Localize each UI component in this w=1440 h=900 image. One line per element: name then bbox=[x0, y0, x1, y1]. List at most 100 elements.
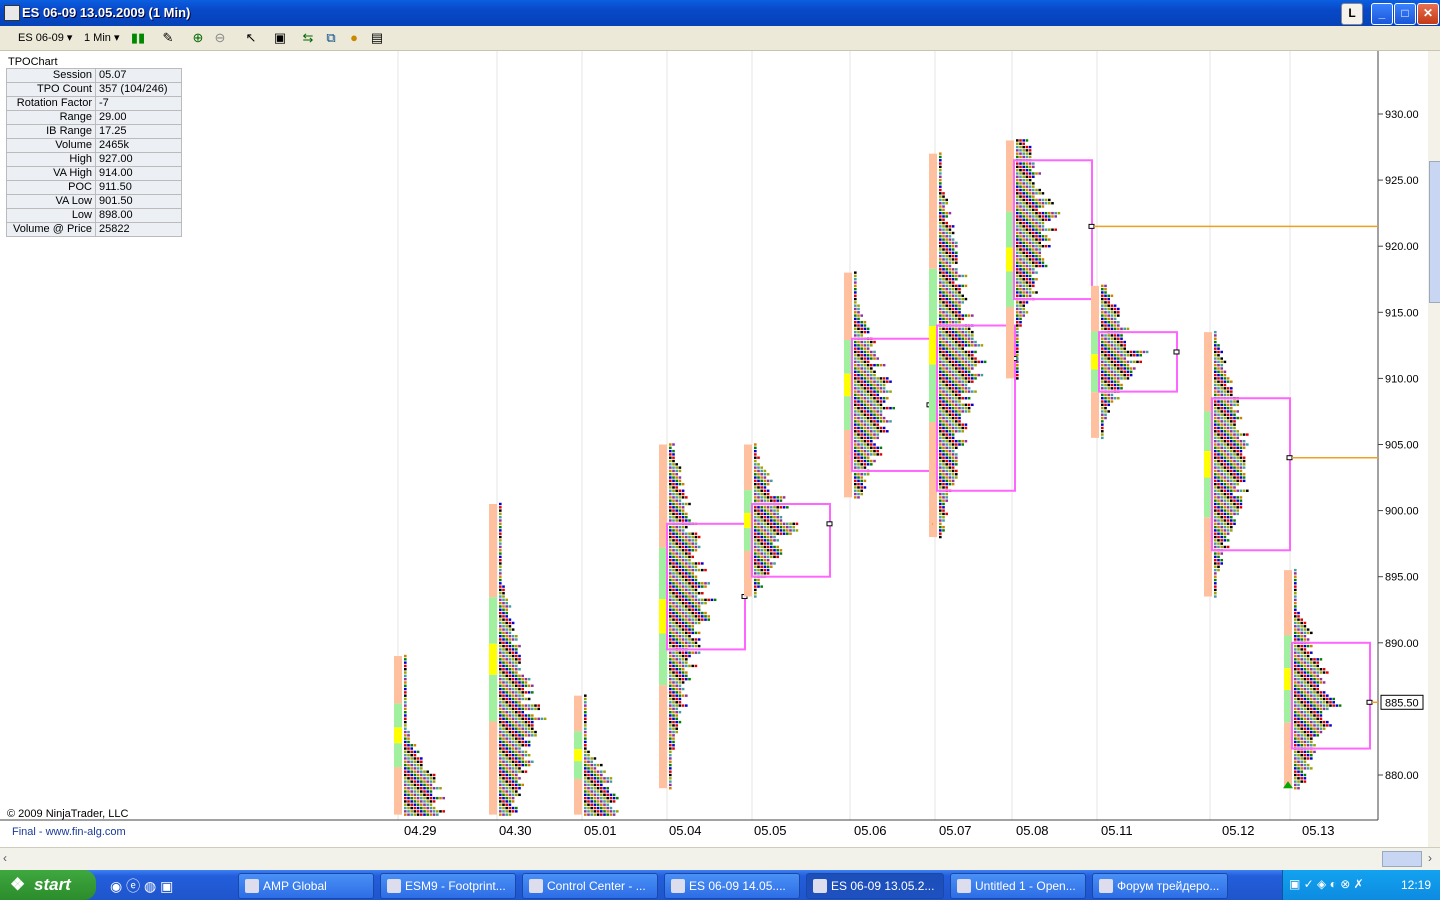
tpo-mark bbox=[766, 558, 770, 562]
tpo-mark bbox=[1038, 221, 1041, 225]
tpo-mark bbox=[1019, 178, 1022, 182]
tpo-mark bbox=[518, 760, 521, 763]
tpo-mark bbox=[876, 406, 879, 410]
tpo-mark bbox=[499, 810, 502, 813]
tpo-mark bbox=[675, 466, 678, 469]
tpo-mark bbox=[701, 585, 704, 588]
horizontal-scrollbar[interactable]: ‹ › bbox=[0, 847, 1440, 870]
zoom-in-icon[interactable]: ⊕ bbox=[190, 30, 206, 46]
tpo-mark bbox=[945, 254, 948, 258]
scroll-right-icon[interactable]: › bbox=[1428, 851, 1432, 865]
tpo-mark bbox=[1019, 165, 1022, 169]
task-untitled[interactable]: Untitled 1 - Open... bbox=[950, 873, 1086, 899]
task-control-center[interactable]: Control Center - ... bbox=[522, 873, 658, 899]
task-amp-global[interactable]: AMP Global bbox=[238, 873, 374, 899]
zoom-out-icon[interactable]: ⊖ bbox=[212, 30, 228, 46]
vertical-scrollbar[interactable] bbox=[1428, 51, 1440, 847]
tpo-mark bbox=[754, 446, 757, 450]
tpo-mark bbox=[669, 694, 672, 697]
interval-selector[interactable]: 1 Min ▾ bbox=[84, 30, 119, 46]
start-button[interactable]: ❖ start bbox=[0, 870, 96, 900]
tpo-mark bbox=[951, 459, 955, 463]
tpo-mark bbox=[1038, 205, 1041, 208]
tpo-mark bbox=[876, 426, 879, 430]
tpo-mark bbox=[942, 327, 945, 331]
strategies-icon[interactable]: ⧉ bbox=[323, 30, 339, 46]
task-footprint[interactable]: ESM9 - Footprint... bbox=[380, 873, 516, 899]
tpo-mark bbox=[584, 740, 587, 744]
quicklaunch-icons[interactable]: ◉ ⓔ ◍ ▣ bbox=[110, 876, 173, 896]
scroll-thumb[interactable] bbox=[1382, 851, 1422, 867]
tpo-mark bbox=[863, 387, 867, 390]
tpo-mark bbox=[1019, 142, 1022, 145]
tpo-mark bbox=[854, 436, 857, 440]
currency-icon[interactable]: ● bbox=[346, 30, 362, 46]
stats-value: 901.50 bbox=[95, 194, 182, 209]
tpo-mark bbox=[502, 618, 505, 621]
instrument-selector[interactable]: ES 06-09 ▾ bbox=[18, 30, 72, 46]
tpo-mark bbox=[1028, 261, 1032, 264]
tpo-mark bbox=[1214, 334, 1217, 337]
tpo-mark bbox=[1038, 261, 1041, 264]
tpo-mark bbox=[672, 634, 675, 638]
tpo-mark bbox=[939, 205, 942, 208]
maximize-button[interactable]: □ bbox=[1394, 3, 1416, 25]
tpo-mark bbox=[1310, 677, 1313, 681]
y-tick-label: 930.00 bbox=[1385, 109, 1419, 121]
tpo-mark bbox=[1300, 638, 1303, 641]
stats-label: POC bbox=[6, 180, 96, 195]
tpo-mark bbox=[939, 291, 942, 294]
chart-style-icon[interactable]: ▮▮ bbox=[130, 30, 146, 46]
task-forum[interactable]: Форум трейдеро... bbox=[1092, 873, 1228, 899]
tpo-mark bbox=[1022, 142, 1025, 145]
tpo-mark bbox=[939, 532, 942, 535]
tpo-mark bbox=[1016, 357, 1019, 360]
drawing-tool-icon[interactable]: ✎ bbox=[160, 30, 176, 46]
tpo-mark bbox=[672, 598, 675, 602]
minimize-button[interactable]: _ bbox=[1371, 3, 1393, 25]
tpo-mark bbox=[1016, 281, 1019, 284]
tpo-mark bbox=[502, 720, 505, 724]
tpo-mark bbox=[600, 810, 603, 813]
chart-area[interactable]: 930.00 925.00 920.00 915.00 910.00 905.00 900.… bbox=[0, 51, 1440, 847]
tpo-mark bbox=[951, 301, 955, 304]
tpo-mark bbox=[945, 463, 948, 466]
close-button[interactable]: ✕ bbox=[1417, 3, 1439, 25]
scroll-left-icon[interactable]: ‹ bbox=[3, 851, 7, 865]
tpo-mark bbox=[955, 459, 958, 463]
tpo-mark bbox=[508, 681, 512, 684]
tpo-mark bbox=[502, 592, 505, 595]
tpo-mark bbox=[873, 397, 876, 400]
tpo-mark bbox=[1107, 324, 1110, 327]
tpo-mark bbox=[955, 340, 958, 344]
tray-icons[interactable]: ▣ ✓ ◈ ◐ ⊗ ✗ bbox=[1289, 877, 1364, 891]
session-range-bar bbox=[929, 326, 937, 365]
tpo-mark bbox=[1217, 539, 1220, 542]
properties-icon[interactable]: ▣ bbox=[272, 30, 288, 46]
l-button[interactable]: L bbox=[1341, 3, 1363, 25]
tpo-mark bbox=[939, 337, 942, 340]
tpo-mark bbox=[1217, 416, 1220, 420]
tpo-mark bbox=[1223, 423, 1227, 426]
tpo-mark bbox=[596, 803, 600, 806]
tpo-mark bbox=[948, 254, 952, 258]
tpo-mark bbox=[675, 473, 678, 476]
tpo-mark bbox=[420, 803, 423, 806]
tpo-mark bbox=[1220, 363, 1223, 367]
tpo-mark bbox=[669, 701, 672, 704]
task-es-13[interactable]: ES 06-09 13.05.2... bbox=[806, 873, 944, 899]
indicators-icon[interactable]: ⇆ bbox=[300, 30, 316, 46]
tpo-mark bbox=[1028, 238, 1032, 241]
tpo-mark bbox=[1117, 350, 1120, 354]
tpo-mark bbox=[413, 803, 417, 806]
tpo-mark bbox=[505, 724, 508, 727]
cursor-icon[interactable]: ↖ bbox=[243, 30, 259, 46]
tpo-mark bbox=[1038, 215, 1041, 218]
tpo-chart[interactable]: 930.00925.00920.00915.00910.00905.00900.… bbox=[0, 51, 1440, 847]
tpo-mark bbox=[1035, 228, 1038, 231]
task-es-14[interactable]: ES 06-09 14.05.... bbox=[664, 873, 800, 899]
data-box-icon[interactable]: ▤ bbox=[369, 30, 385, 46]
tpo-mark bbox=[669, 668, 672, 671]
tpo-mark bbox=[939, 436, 942, 440]
tpo-mark bbox=[945, 235, 948, 238]
